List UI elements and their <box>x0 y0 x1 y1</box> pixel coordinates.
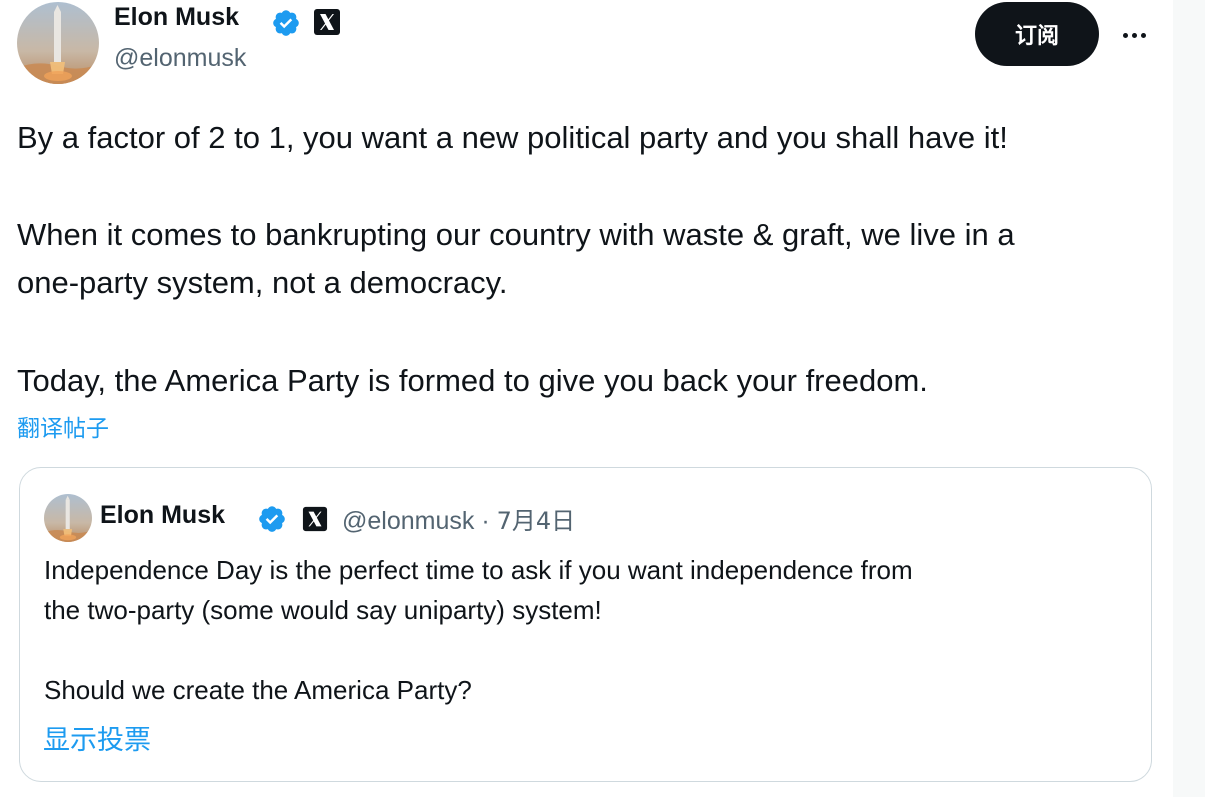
verified-badge-icon[interactable] <box>271 8 301 38</box>
quote-author-handle: @elonmusk <box>342 507 475 535</box>
more-dots-icon[interactable] <box>1112 18 1156 52</box>
quote-date[interactable]: 7月4日 <box>497 507 576 535</box>
quote-author-avatar[interactable] <box>44 494 92 542</box>
page: Elon Musk @elonmusk 订阅 By a factor of 2 … <box>0 0 1205 797</box>
tweet-text-line: By a factor of 2 to 1, you want a new po… <box>17 120 1008 155</box>
more-dot <box>1131 32 1137 38</box>
subscribe-button[interactable]: 订阅 <box>975 2 1099 66</box>
author-name[interactable]: Elon Musk <box>114 3 239 32</box>
more-dot <box>1140 32 1146 38</box>
quote-tweet-card[interactable]: Elon Musk @elonmusk · 7月4日 Independence … <box>19 467 1152 782</box>
quote-meta: @elonmusk · 7月4日 <box>342 501 575 536</box>
x-logo-badge-icon <box>302 506 328 532</box>
author-handle[interactable]: @elonmusk <box>114 44 246 73</box>
more-dot <box>1122 32 1128 38</box>
tweet-text-line: When it comes to bankrupting our country… <box>17 217 1015 252</box>
meta-separator: · <box>481 507 490 535</box>
x-logo-badge-icon[interactable] <box>313 8 341 36</box>
tweet-text-line: Today, the America Party is formed to gi… <box>17 363 928 398</box>
tweet: Elon Musk @elonmusk 订阅 By a factor of 2 … <box>0 0 1173 797</box>
quote-text-line: the two-party (some would say uniparty) … <box>44 595 602 625</box>
author-avatar[interactable] <box>17 2 99 84</box>
quote-author-name[interactable]: Elon Musk <box>100 501 225 530</box>
tweet-text-line: one-party system, not a democracy. <box>17 265 508 300</box>
translate-post-link[interactable]: 翻译帖子 <box>17 409 109 443</box>
quote-text-line: Should we create the America Party? <box>44 675 472 705</box>
verified-badge-icon <box>259 506 285 532</box>
right-rail <box>1173 0 1205 797</box>
quote-text-line: Independence Day is the perfect time to … <box>44 555 913 585</box>
show-poll-link[interactable]: 显示投票 <box>43 718 151 757</box>
